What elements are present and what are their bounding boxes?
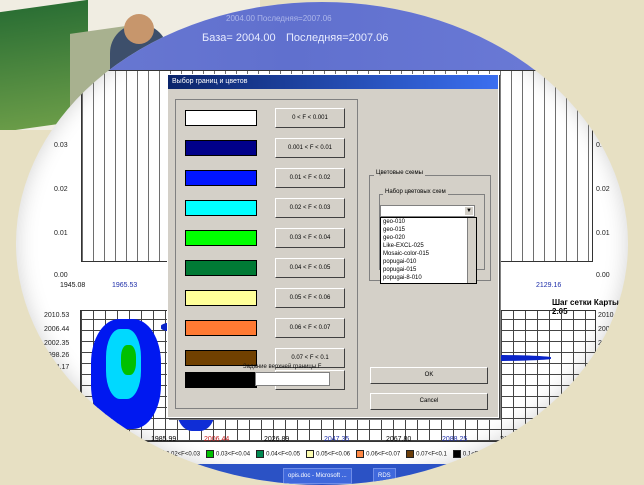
legend-swatch <box>406 450 415 458</box>
legend-item: 0.06<F<0.07 <box>356 450 400 458</box>
map-right-y-tick: 2006.44 <box>598 326 624 333</box>
map-x-tick: 2088.25 <box>442 436 468 443</box>
range-button[interactable]: 0.03 < F < 0.04 <box>275 228 345 248</box>
scheme-option[interactable]: Like-EXCL-025 <box>381 242 476 250</box>
legend-swatch <box>156 450 164 458</box>
map-x-tick: 2108.70 <box>500 436 526 443</box>
range-button[interactable]: 0.01 < F < 0.02 <box>275 168 345 188</box>
color-swatch[interactable] <box>185 320 257 336</box>
color-bounds-dialog: Выбор границ и цветов 0 < F < 0.001 0.00… <box>167 74 499 418</box>
map-x-tick: 1985.99 <box>151 436 177 443</box>
taskbar-item-word[interactable]: opis.doc - Microsoft ... <box>283 468 352 484</box>
legend-item: 0.07<F<0.1 <box>406 450 447 458</box>
top-text-2: Последняя=2007.06 <box>286 32 389 44</box>
color-swatch[interactable] <box>185 260 257 276</box>
map-y-tick: 1998.26 <box>44 352 70 359</box>
scheme-option[interactable]: geo-010 <box>381 218 476 226</box>
map-x-tick: 2067.80 <box>386 436 412 443</box>
taskbar: opis.doc - Microsoft ... RDS <box>16 464 628 485</box>
legend-item: 0.02<F<0.03 <box>156 450 200 458</box>
scheme-option[interactable]: geo-015 <box>381 226 476 234</box>
y-tick: 0.01 <box>54 230 68 237</box>
x-tick: 2129.16 <box>536 282 562 289</box>
color-schemes-label: Цветовые схемы <box>374 170 425 176</box>
right-x-value: 2129.16 <box>541 56 570 65</box>
x-tick: 1965.53 <box>112 282 138 289</box>
map-right-y-tick: 1994.17 <box>598 364 624 371</box>
scheme-option[interactable]: Mosaic-color-015 <box>381 250 476 258</box>
range-button[interactable]: 0.06 < F < 0.07 <box>275 318 345 338</box>
window-top-area: База= 2004.00 Последняя=2007.06 2004.00 … <box>16 2 628 70</box>
legend-item: 0.04<F<0.05 <box>256 450 300 458</box>
legend-item: 0.05<F<0.06 <box>306 450 350 458</box>
chevron-down-icon[interactable]: ▼ <box>465 207 473 215</box>
map-right-y-tick: 1998.26 <box>598 352 624 359</box>
legend-item: 0.03<F<0.04 <box>206 450 250 458</box>
color-swatch[interactable] <box>185 372 257 388</box>
map-y-tick: 1994.17 <box>44 364 70 371</box>
map-x-tick: 2047.35 <box>324 436 350 443</box>
y-tick: 0.03 <box>54 142 68 149</box>
upper-limit-label: Задание верхней границы F <box>243 364 322 370</box>
taskbar-item-rds[interactable]: RDS <box>373 468 396 484</box>
map-x-tick: 2006.44 <box>204 436 230 443</box>
range-button[interactable]: 0.001 < F < 0.01 <box>275 138 345 158</box>
color-swatch[interactable] <box>185 110 257 126</box>
legend-swatch <box>452 450 461 458</box>
color-swatch[interactable] <box>185 140 257 156</box>
color-swatch[interactable] <box>185 200 257 216</box>
scheme-set-label: Набор цветовых схем <box>383 189 448 195</box>
legend-swatch <box>356 450 365 458</box>
color-swatch[interactable] <box>185 170 257 186</box>
range-button[interactable]: 0.04 < F < 0.05 <box>275 258 345 278</box>
range-button[interactable]: 0.02 < F < 0.03 <box>275 198 345 218</box>
color-swatch[interactable] <box>185 290 257 306</box>
right-y-tick: 0.01 <box>596 230 610 237</box>
map-right-y-tick: 2010.53 <box>598 312 624 319</box>
color-scale-box: 0 < F < 0.001 0.001 < F < 0.01 0.01 < F … <box>175 99 358 409</box>
range-button[interactable]: 0.05 < F < 0.06 <box>275 288 345 308</box>
legend-item: 0.1<F<1 <box>452 450 485 458</box>
dialog-title: Выбор границ и цветов <box>168 75 498 89</box>
right-y-tick: 0.03 <box>596 142 610 149</box>
map-right-y-tick: 2002.35 <box>598 340 624 347</box>
map-y-tick: 2006.44 <box>44 326 70 333</box>
y-tick: 0.02 <box>54 186 68 193</box>
scheme-option[interactable]: popugai-015 <box>381 266 476 274</box>
legend-swatch <box>256 450 265 458</box>
scheme-option[interactable]: popugai-010 <box>381 258 476 266</box>
map-y-tick: 2002.35 <box>44 340 70 347</box>
x-tick: 1945.08 <box>60 282 86 289</box>
ok-button[interactable]: OK <box>370 367 488 384</box>
right-y-tick: 0.02 <box>596 186 610 193</box>
top-text-ghost: 2004.00 Последняя=2007.06 <box>226 14 332 23</box>
bottom-color-legend: 0.02<F<0.03 0.03<F<0.04 0.04<F<0.05 0.05… <box>156 448 606 460</box>
map-y-tick: 2010.53 <box>44 312 70 319</box>
scheme-dropdown-list[interactable]: geo-010 geo-015 geo-020 Like-EXCL-025 Mo… <box>380 217 477 284</box>
scrollbar[interactable] <box>467 218 476 283</box>
y-tick: 0.00 <box>54 272 68 279</box>
scheme-select[interactable]: ▼ <box>380 205 475 217</box>
legend-swatch <box>206 450 215 458</box>
right-y-tick: 0.00 <box>596 272 610 279</box>
color-swatch[interactable] <box>185 230 257 246</box>
top-text-1: База= 2004.00 <box>202 32 276 44</box>
map-blob <box>121 345 136 375</box>
scheme-option[interactable]: geo-020 <box>381 234 476 242</box>
upper-limit-input[interactable] <box>255 372 330 386</box>
cancel-button[interactable]: Cancel <box>370 393 488 410</box>
legend-swatch <box>306 450 315 458</box>
map-x-tick: 2026.89 <box>264 436 290 443</box>
range-button[interactable]: 0 < F < 0.001 <box>275 108 345 128</box>
scheme-option[interactable]: popugai-8-010 <box>381 274 476 282</box>
